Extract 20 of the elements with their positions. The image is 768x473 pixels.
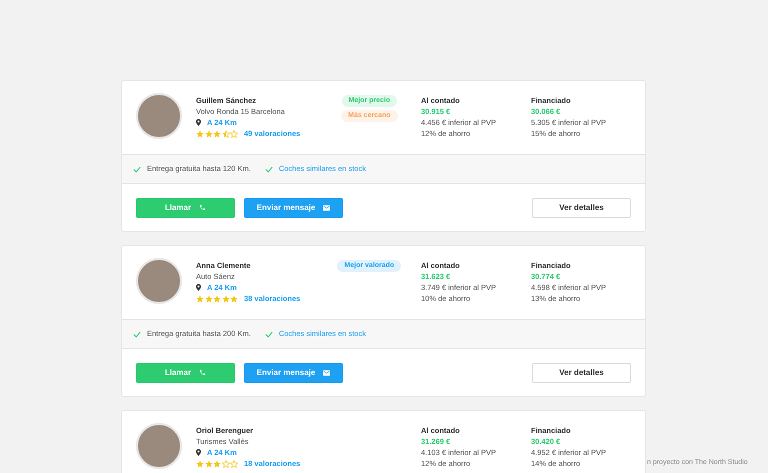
location-pin-icon xyxy=(196,449,201,456)
location-pin-icon xyxy=(196,284,201,291)
check-icon xyxy=(133,166,141,172)
call-button[interactable]: Llamar xyxy=(136,198,235,218)
avatar-placeholder xyxy=(136,258,182,304)
check-icon xyxy=(264,330,273,338)
call-button[interactable]: Llamar xyxy=(136,362,235,382)
send-message-button[interactable]: Enviar mensaje xyxy=(244,362,343,382)
location-pin-icon xyxy=(196,119,201,126)
details-button[interactable]: Ver detalles xyxy=(532,198,631,218)
check-icon xyxy=(264,166,273,172)
phone-icon xyxy=(199,204,206,211)
details-button[interactable]: Ver detalles xyxy=(532,362,631,382)
envelope-icon xyxy=(323,370,330,376)
envelope-icon xyxy=(323,204,330,210)
avatar-placeholder xyxy=(136,423,182,469)
phone-icon xyxy=(199,369,206,376)
check-icon xyxy=(133,330,141,338)
send-message-button[interactable]: Enviar mensaje xyxy=(244,198,343,218)
avatar-placeholder xyxy=(136,93,182,139)
